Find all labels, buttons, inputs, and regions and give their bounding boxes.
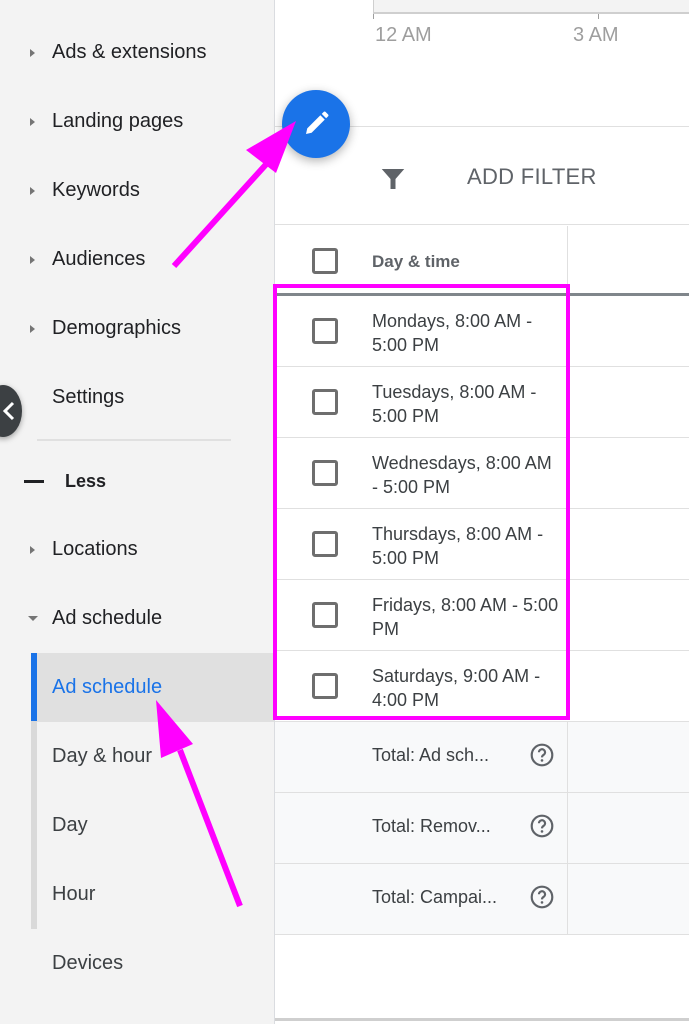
sidebar-item-keywords[interactable]: Keywords — [0, 156, 274, 225]
show-less-label: Less — [65, 471, 106, 492]
day-time-cell: Tuesdays, 8:00 AM - 5:00 PM — [372, 380, 562, 428]
row-checkbox[interactable] — [312, 318, 338, 344]
column-divider — [567, 864, 568, 935]
edit-fab-button[interactable] — [282, 90, 350, 158]
caret-right-icon — [30, 325, 35, 333]
sidebar-item-label: Ad schedule — [52, 676, 162, 699]
show-less-toggle[interactable]: Less — [0, 447, 274, 516]
sidebar-nav: Ads & extensions Landing pages Keywords … — [0, 0, 274, 1024]
sidebar-item-label: Day & hour — [52, 745, 152, 768]
total-label: Total: Remov... — [372, 816, 491, 837]
sidebar-item-label: Ads & extensions — [52, 41, 207, 64]
table-row: Wednesdays, 8:00 AM - 5:00 PM — [275, 438, 689, 509]
day-time-cell: Fridays, 8:00 AM - 5:00 PM — [372, 593, 562, 641]
total-row: Total: Ad sch... — [275, 722, 689, 793]
caret-right-icon — [30, 118, 35, 126]
day-time-cell: Wednesdays, 8:00 AM - 5:00 PM — [372, 451, 562, 499]
row-checkbox[interactable] — [312, 460, 338, 486]
sidebar-subitem-ad-schedule[interactable]: Ad schedule — [31, 653, 274, 722]
table-row: Mondays, 8:00 AM - 5:00 PM — [275, 296, 689, 367]
chevron-left-icon — [2, 401, 16, 421]
x-tick — [598, 14, 599, 19]
day-time-cell: Saturdays, 9:00 AM - 4:00 PM — [372, 664, 562, 712]
sidebar-item-landing-pages[interactable]: Landing pages — [0, 87, 274, 156]
column-divider — [567, 793, 568, 864]
day-time-cell: Thursdays, 8:00 AM - 5:00 PM — [372, 522, 562, 570]
help-icon[interactable] — [529, 813, 555, 839]
column-divider — [567, 722, 568, 793]
sidebar-item-settings[interactable]: Settings — [0, 363, 274, 432]
sidebar-item-label: Audiences — [52, 248, 145, 271]
sidebar-item-label: Devices — [52, 952, 123, 975]
table-row: Saturdays, 9:00 AM - 4:00 PM — [275, 651, 689, 722]
pencil-icon — [301, 109, 331, 139]
sidebar-subitem-hour[interactable]: Hour — [0, 860, 274, 929]
row-checkbox[interactable] — [312, 531, 338, 557]
sidebar-subitem-day[interactable]: Day — [0, 791, 274, 860]
sidebar-subitem-day-hour[interactable]: Day & hour — [0, 722, 274, 791]
day-time-cell: Mondays, 8:00 AM - 5:00 PM — [372, 309, 562, 357]
chart-area — [373, 0, 689, 14]
total-row: Total: Campai... — [275, 864, 689, 935]
row-checkbox[interactable] — [312, 602, 338, 628]
caret-right-icon — [30, 256, 35, 264]
total-label: Total: Ad sch... — [372, 745, 489, 766]
sidebar-item-ad-schedule-group[interactable]: Ad schedule — [0, 584, 274, 653]
help-icon[interactable] — [529, 884, 555, 910]
sidebar-item-label: Demographics — [52, 317, 181, 340]
total-label: Total: Campai... — [372, 887, 497, 908]
select-all-checkbox[interactable] — [312, 248, 338, 274]
ad-schedule-table: Day & time Mondays, 8:00 AM - 5:00 PM Tu… — [275, 226, 689, 935]
caret-right-icon — [30, 546, 35, 554]
sidebar-item-label: Hour — [52, 883, 95, 906]
total-row: Total: Remov... — [275, 793, 689, 864]
sidebar-item-label: Locations — [52, 538, 138, 561]
sidebar-item-label: Day — [52, 814, 88, 837]
filter-icon — [378, 164, 408, 194]
x-tick — [373, 14, 374, 19]
sidebar-divider — [37, 439, 231, 441]
main-panel: 12 AM 3 AM ADD FILTER Day & time Mondays… — [274, 0, 689, 1024]
row-checkbox[interactable] — [312, 673, 338, 699]
add-filter-label: ADD FILTER — [467, 164, 597, 190]
caret-right-icon — [30, 187, 35, 195]
google-ads-ad-schedule-page: Ads & extensions Landing pages Keywords … — [0, 0, 689, 1024]
sidebar-item-locations[interactable]: Locations — [0, 515, 274, 584]
sidebar-item-audiences[interactable]: Audiences — [0, 225, 274, 294]
table-row: Fridays, 8:00 AM - 5:00 PM — [275, 580, 689, 651]
sidebar-item-devices[interactable]: Devices — [0, 929, 274, 998]
table-header: Day & time — [275, 226, 689, 296]
table-row: Thursdays, 8:00 AM - 5:00 PM — [275, 509, 689, 580]
sidebar-item-label: Settings — [52, 386, 124, 409]
sidebar-item-label: Landing pages — [52, 110, 183, 133]
panel-bottom-edge — [275, 1018, 689, 1021]
table-row: Tuesdays, 8:00 AM - 5:00 PM — [275, 367, 689, 438]
x-tick-label: 3 AM — [573, 24, 619, 47]
sidebar-item-label: Keywords — [52, 179, 140, 202]
minus-icon — [24, 480, 44, 483]
column-header-day-time[interactable]: Day & time — [372, 252, 460, 272]
sidebar-item-label: Ad schedule — [52, 607, 162, 630]
row-checkbox[interactable] — [312, 389, 338, 415]
caret-right-icon — [30, 49, 35, 57]
column-divider — [567, 226, 568, 296]
sidebar-item-ads-extensions[interactable]: Ads & extensions — [0, 18, 274, 87]
sidebar-item-demographics[interactable]: Demographics — [0, 294, 274, 363]
active-indicator — [31, 653, 37, 721]
caret-down-icon — [28, 616, 38, 621]
help-icon[interactable] — [529, 742, 555, 768]
x-tick-label: 12 AM — [375, 24, 432, 47]
